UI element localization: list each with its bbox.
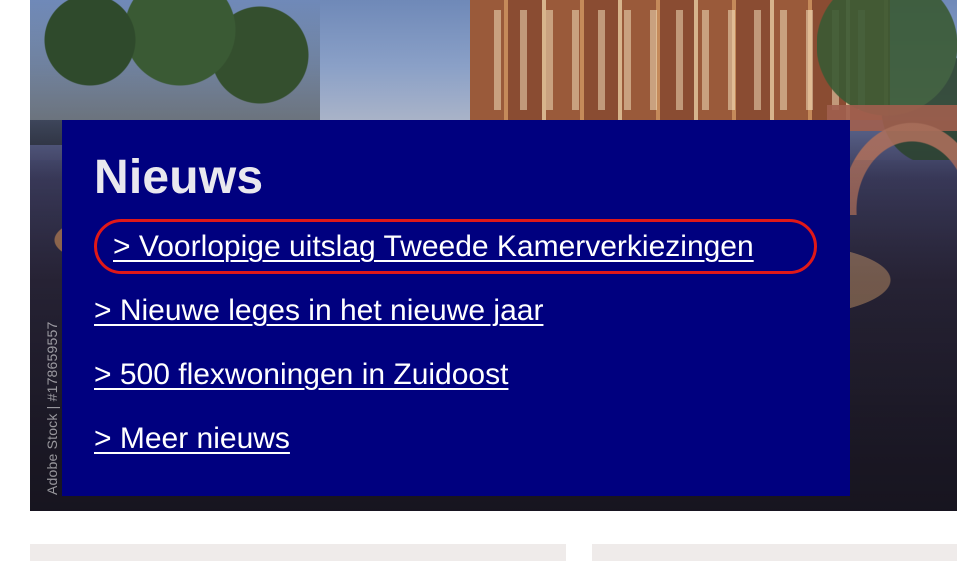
bottom-card-left xyxy=(30,544,566,561)
image-watermark: Adobe Stock | #178659557 xyxy=(44,321,60,495)
news-link-flexwoningen[interactable]: > 500 flexwoningen in Zuidoost xyxy=(94,360,508,390)
news-link-nieuwe-leges[interactable]: > Nieuwe leges in het nieuwe jaar xyxy=(94,296,543,326)
news-title: Nieuws xyxy=(94,151,264,204)
page: Adobe Stock | #178659557 Nieuws > Voorlo… xyxy=(0,0,957,561)
news-panel: Nieuws > Voorlopige uitslag Tweede Kamer… xyxy=(62,120,850,496)
news-link-voorlopige-uitslag[interactable]: > Voorlopige uitslag Tweede Kamerverkiez… xyxy=(113,232,754,262)
news-link-meer-nieuws[interactable]: > Meer nieuws xyxy=(94,424,290,454)
bottom-card-right xyxy=(592,544,957,561)
